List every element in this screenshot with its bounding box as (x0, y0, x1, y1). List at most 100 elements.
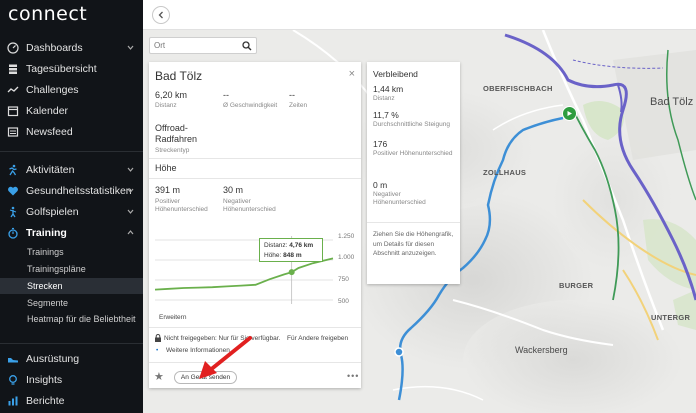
sidebar-divider (0, 343, 143, 344)
stat-times-label: Zeiten (289, 102, 308, 109)
sidebar-item-berichte[interactable]: Berichte (0, 391, 143, 411)
heart-icon (7, 185, 19, 197)
sidebar-item-label: Kalender (26, 105, 69, 117)
map-label-badtoelz: Bad Tölz (650, 96, 694, 108)
elevation-chart[interactable] (155, 230, 355, 310)
remaining-loss-value: 0 m (373, 180, 388, 190)
chart-report-icon (7, 395, 19, 407)
divider (149, 178, 361, 179)
challenges-wave-icon (7, 84, 19, 96)
sidebar-item-golfspielen[interactable]: Golfspielen (0, 202, 143, 222)
y-tick-label: 750 (338, 276, 349, 283)
sidebar-subitem-trainings[interactable]: Trainings (0, 244, 143, 260)
sidebar-item-label: Aktivitäten (26, 164, 75, 176)
remaining-gain-label: Positiver Höhenunterschied (373, 150, 453, 157)
elevation-series-line (155, 257, 334, 291)
remaining-hint: Ziehen Sie die Höhengrafik, um Details f… (373, 231, 454, 257)
divider (149, 327, 361, 328)
sidebar-item-label: Newsfeed (26, 126, 73, 138)
share-link[interactable]: Für Andere freigeben (287, 335, 348, 342)
sidebar-item-tagesuebersicht[interactable]: Tagesübersicht (0, 59, 143, 79)
course-title: Bad Tölz (155, 69, 203, 83)
course-type-label: Streckentyp (155, 147, 190, 154)
shoe-icon (7, 353, 19, 365)
sidebar-item-label: Golfspielen (26, 206, 79, 218)
tooltip-height-value: 848 m (283, 252, 302, 259)
tooltip-distance-value: 4,76 km (289, 242, 314, 249)
map-label-untergr: UNTERGR (651, 313, 691, 322)
sidebar-subitem-segmente[interactable]: Segmente (0, 295, 143, 311)
stat-speed-value: -- (223, 90, 229, 100)
golfer-icon (7, 206, 19, 218)
map-label-zollhaus: ZOLLHAUS (483, 168, 527, 177)
remaining-title: Verbleibend (373, 69, 418, 79)
elevation-gain-value: 391 m (155, 185, 181, 195)
sidebar-item-gesundheitsstatistiken[interactable]: Gesundheitsstatistiken (0, 181, 143, 201)
back-button[interactable] (152, 6, 170, 24)
sidebar-subitem-trainingsplaene[interactable]: Trainingspläne (0, 261, 143, 277)
top-bar (143, 0, 696, 30)
dashboard-gauge-icon (7, 42, 19, 54)
sidebar-item-label: Insights (26, 374, 63, 386)
sidebar-item-label: Tagesübersicht (26, 63, 97, 75)
sidebar-item-training[interactable]: Training (0, 223, 143, 243)
stat-distance-label: Distanz (155, 102, 177, 109)
sidebar-subitem-strecken[interactable]: Strecken (0, 278, 143, 294)
search-icon[interactable] (242, 41, 252, 51)
annotation-arrow-icon (199, 336, 252, 379)
sidebar-item-kalender[interactable]: Kalender (0, 101, 143, 121)
elevation-loss-value: 30 m (223, 185, 244, 195)
sidebar-item-aktivitaeten[interactable]: Aktivitäten (0, 160, 143, 180)
y-tick-label: 1.250 (338, 233, 355, 240)
lock-icon (155, 334, 161, 342)
newsfeed-icon (7, 126, 19, 138)
sidebar-item-insights[interactable]: Insights (0, 370, 143, 390)
sidebar-item-newsfeed[interactable]: Newsfeed (0, 122, 143, 142)
remaining-distance-label: Distanz (373, 95, 395, 102)
route-position-dot (394, 347, 404, 357)
chevron-down-icon (127, 45, 134, 50)
more-info-bullet: • (156, 347, 159, 354)
expand-link[interactable]: Erweitern (159, 314, 186, 321)
remaining-grade-label: Durchschnittliche Steigung (373, 121, 450, 128)
more-options-icon[interactable]: ••• (347, 371, 359, 381)
stat-times-value: -- (289, 90, 295, 100)
divider (149, 158, 361, 159)
sidebar-item-label: Berichte (26, 395, 65, 407)
hover-point (288, 269, 295, 276)
search-input[interactable] (154, 41, 240, 50)
y-tick-label: 500 (338, 298, 349, 305)
sidebar-item-label: Ausrüstung (26, 353, 80, 365)
sidebar-item-ausruestung[interactable]: Ausrüstung (0, 349, 143, 369)
app-logo[interactable]: connect (8, 3, 87, 25)
sidebar: connect Dashboards Tagesübersicht Challe… (0, 0, 143, 413)
remaining-grade-value: 11,7 % (373, 110, 399, 120)
sidebar-item-dashboards[interactable]: Dashboards (0, 38, 143, 58)
chevron-down-icon (127, 209, 134, 214)
stat-speed-label: Ø Geschwindigkeit (223, 102, 278, 109)
chevron-down-icon (127, 167, 134, 172)
stat-distance-value: 6,20 km (155, 90, 188, 100)
y-tick-label: 1.000 (338, 254, 355, 261)
elevation-loss-label: Negativer Höhenunterschied (223, 198, 276, 213)
course-type-value: Offroad-Radfahren (155, 123, 198, 144)
map-label-wackersberg: Wackersberg (515, 345, 568, 355)
map-label-burger: BURGER (559, 281, 594, 290)
sidebar-item-challenges[interactable]: Challenges (0, 80, 143, 100)
remaining-distance-value: 1,44 km (373, 84, 404, 94)
running-person-icon (7, 164, 19, 176)
stopwatch-icon (7, 227, 19, 239)
sidebar-item-label: Gesundheitsstatistiken (26, 185, 132, 197)
chevron-down-icon (127, 188, 134, 193)
sidebar-item-label: Dashboards (26, 42, 83, 54)
sidebar-item-label: Challenges (26, 84, 79, 96)
start-marker-icon[interactable] (562, 106, 577, 121)
location-search[interactable] (149, 37, 257, 54)
close-icon[interactable]: × (349, 68, 355, 80)
favorite-star-icon[interactable]: ★ (154, 370, 164, 383)
sidebar-subitem-heatmap[interactable]: Heatmap für die Beliebtheit (0, 312, 143, 338)
chevron-up-icon (127, 230, 134, 235)
elevation-tooltip: Distanz: 4,76 km Höhe: 848 m (259, 238, 323, 262)
elevation-title: Höhe (155, 163, 177, 173)
tooltip-distance-label: Distanz: (264, 242, 288, 249)
